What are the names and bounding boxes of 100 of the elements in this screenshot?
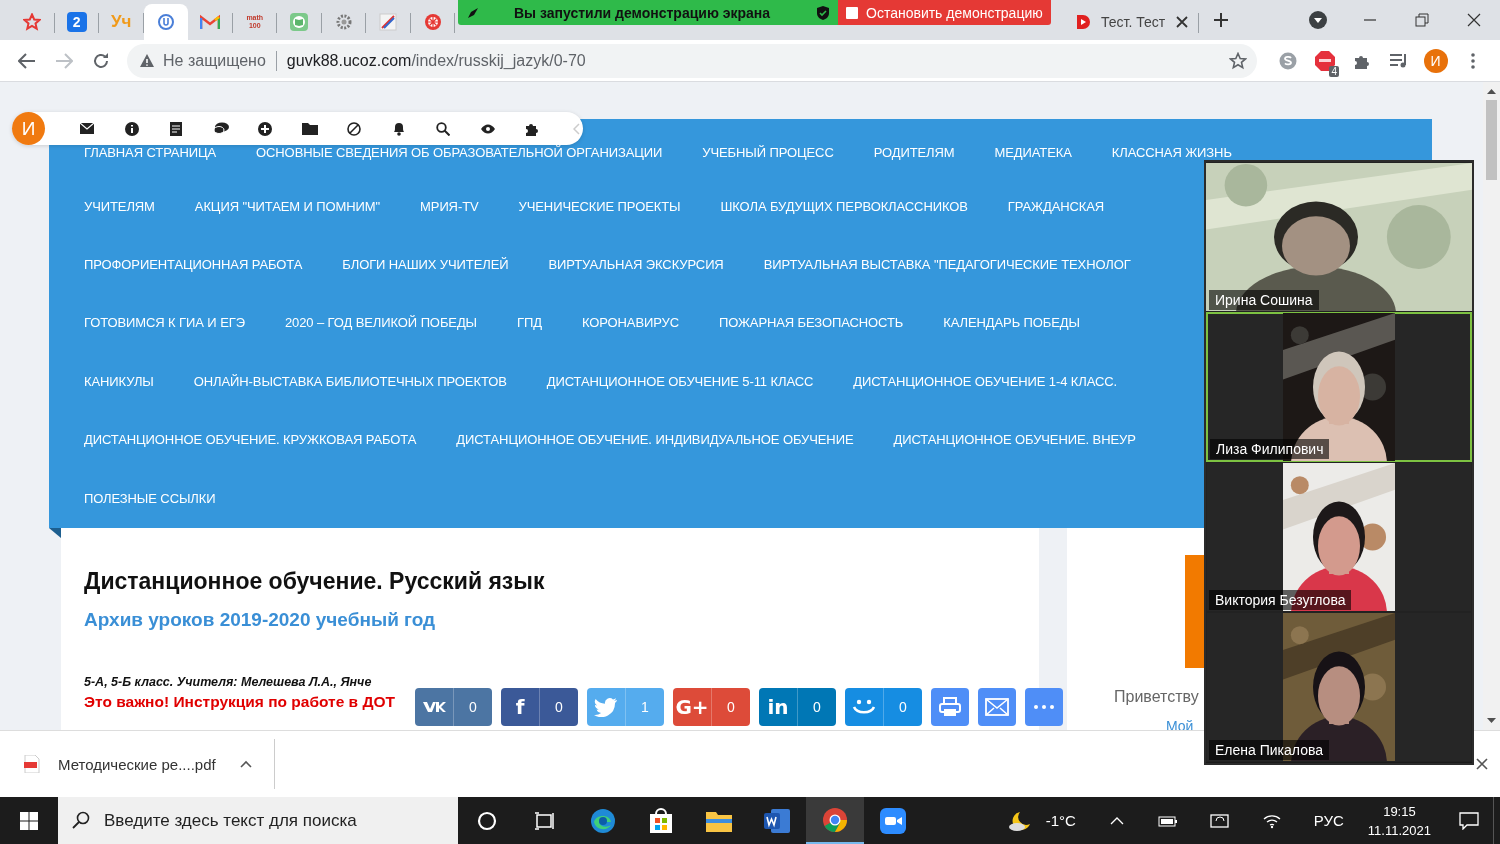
plus-icon	[258, 121, 273, 136]
pdf-file-icon	[24, 755, 40, 773]
notification-icon	[1459, 811, 1479, 830]
video-tile[interactable]: Елена Пикалова	[1206, 612, 1472, 762]
menu-link[interactable]: МРИЯ-TV	[420, 199, 479, 214]
menu-link[interactable]: ПОЛЕЗНЫЕ ССЫЛКИ	[84, 491, 216, 506]
video-tile[interactable]: Ирина Сошина	[1206, 162, 1472, 312]
menu-link[interactable]: АКЦИЯ "ЧИТАЕМ И ПОМНИМ"	[194, 199, 381, 214]
video-tile[interactable]: Виктория Безуглова	[1206, 462, 1472, 612]
greeting-text: Приветству	[1114, 688, 1199, 706]
scrollbar[interactable]	[1483, 82, 1500, 730]
menu-link[interactable]: ДИСТАНЦИОННОЕ ОБУЧЕНИЕ. ИНДИВИДУАЛЬНОЕ ОБУЧЕНИЕ	[456, 433, 854, 448]
dropdown-icon	[1308, 10, 1328, 30]
store-icon	[648, 807, 674, 834]
menu-link[interactable]: ДИСТАНЦИОННОЕ ОБУЧЕНИЕ 5-11 КЛАСС	[546, 374, 814, 389]
menu-link[interactable]: МЕДИАТЕКА	[994, 146, 1072, 161]
star-icon	[1229, 51, 1247, 70]
flag-icon	[379, 13, 398, 31]
archive-link[interactable]: Архив уроков 2019-2020 учебный год	[84, 609, 436, 631]
menu-link[interactable]: УЧИТЕЛЯМ	[84, 199, 155, 214]
menu-link[interactable]: ПРОФОРИЕНТАЦИОННАЯ РАБОТА	[84, 257, 303, 272]
menu-link[interactable]: ОСНОВНЫЕ СВЕДЕНИЯ ОБ ОБРАЗОВАТЕЛЬНОЙ ОРГАНИЗАЦИИ	[256, 146, 663, 161]
teachers-text: 5-А, 5-Б класс. Учителя: Мелешева Л.А., Янче	[84, 675, 372, 689]
menu-link[interactable]: ПОЖАРНАЯ БЕЗОПАСНОСТЬ	[718, 316, 904, 331]
scroll-thumb[interactable]	[1486, 100, 1497, 180]
clock[interactable]: 19:15 11.11.2021	[1353, 797, 1445, 844]
menu-link[interactable]: ВИРТУАЛЬНАЯ ЭКСКУРСИЯ	[548, 257, 724, 272]
menu-link[interactable]: ДИСТАНЦИОННОЕ ОБУЧЕНИЕ. КРУЖКОВАЯ РАБОТА	[84, 433, 417, 448]
browser-tab[interactable]: Тест. Тест	[1063, 4, 1199, 40]
menu-link[interactable]: УЧЕБНЫЙ ПРОЦЕСС	[702, 146, 834, 161]
address-bar[interactable]: Не защищено guvk88.ucoz.com/index/russkij_jazyk/0-70	[127, 43, 1257, 78]
menu-link[interactable]: ГЛАВНАЯ СТРАНИЦА	[84, 146, 217, 161]
search-field[interactable]: Введите здесь текст для поиска	[58, 797, 458, 844]
download-item[interactable]: Методические ре....pdf	[0, 739, 275, 789]
menu-link[interactable]: КОРОНАВИРУС	[581, 316, 679, 331]
taskbar-app[interactable]	[806, 797, 864, 844]
share-button[interactable]	[1025, 688, 1063, 726]
menu-link[interactable]: РОДИТЕЛЯМ	[873, 146, 955, 161]
participant-name: Лиза Филипович	[1210, 439, 1330, 459]
menu-link[interactable]: ГОТОВИМСЯ К ГИА И ЕГЭ	[84, 316, 245, 331]
stop-icon	[846, 6, 858, 19]
share-button[interactable]	[978, 688, 1016, 726]
share-logo: in	[766, 694, 790, 721]
share-logo: G+	[674, 694, 710, 721]
share-count: 0	[711, 688, 750, 726]
share-logo: f	[514, 694, 526, 721]
share-button[interactable]: 0	[845, 688, 922, 726]
share-button[interactable]	[931, 688, 969, 726]
menu-link[interactable]: ШКОЛА БУДУЩИХ ПЕРВОКЛАССНИКОВ	[720, 199, 968, 214]
pin-icon	[466, 5, 480, 20]
restore-icon	[1415, 13, 1429, 27]
menu-link[interactable]: ГПД	[517, 316, 542, 331]
notice-text: Это важно! Инструкция по работе в ДОТ	[84, 693, 395, 711]
menu-link[interactable]: ДИСТАНЦИОННОЕ ОБУЧЕНИЕ. ВНЕУР	[893, 433, 1136, 448]
shield-icon	[816, 4, 830, 21]
participant-name: Ирина Сошина	[1209, 290, 1319, 310]
stop-sharing-button[interactable]: Остановить демонстрацию	[838, 0, 1051, 25]
share-button[interactable]: f 0	[501, 688, 578, 726]
share-button[interactable]: G+ 0	[673, 688, 750, 726]
language-indicator[interactable]: РУС	[1313, 812, 1344, 829]
print-icon	[939, 697, 961, 717]
video-camera-icon	[880, 807, 906, 834]
chevron-up-icon	[1109, 816, 1124, 825]
menu-link[interactable]: ВИРТУАЛЬНАЯ ВЫСТАВКА "ПЕДАГОГИЧЕСКИЕ ТЕХНОЛОГ	[763, 257, 1131, 272]
temperature-text: -1°C	[1045, 812, 1076, 829]
scroll-down-icon[interactable]	[1487, 718, 1496, 724]
menu-link[interactable]: УЧЕНИЧЕСКИЕ ПРОЕКТЫ	[518, 199, 681, 214]
browser-tab[interactable]	[143, 4, 188, 40]
url-text: guvk88.ucoz.com/index/russkij_jazyk/0-70	[286, 51, 586, 70]
share-button[interactable]: 1	[587, 688, 664, 726]
chat-icon	[212, 122, 229, 135]
menu-link[interactable]: КЛАССНАЯ ЖИЗНЬ	[1111, 146, 1232, 161]
menu-link[interactable]: КАНИКУЛЫ	[84, 374, 154, 389]
menu-link[interactable]: 2020 – ГОД ВЕЛИКОЙ ПОБЕДЫ	[284, 316, 477, 331]
menu-link[interactable]: БЛОГИ НАШИХ УЧИТЕЛЕЙ	[342, 257, 509, 272]
extension-button[interactable]: 4	[1306, 43, 1343, 78]
article-title: Дистанционное обучение. Русский язык	[84, 568, 546, 595]
people-icon	[852, 698, 876, 716]
user-avatar[interactable]: И	[12, 112, 45, 145]
circle-icon	[477, 810, 497, 831]
menu-link[interactable]: КАЛЕНДАРЬ ПОБЕДЫ	[943, 316, 1080, 331]
reload-icon	[91, 51, 110, 70]
menu-link[interactable]: ОНЛАЙН-ВЫСТАВКА БИБЛИОТЕЧНЫХ ПРОЕКТОВ	[193, 374, 507, 389]
play-icon	[1075, 13, 1091, 31]
browser-tab[interactable]: 2	[54, 4, 99, 40]
close-button[interactable]	[1476, 758, 1488, 770]
bell-icon	[391, 121, 406, 136]
menu-link[interactable]: ДИСТАНЦИОННОЕ ОБУЧЕНИЕ 1-4 КЛАСС.	[853, 374, 1118, 389]
bookmark-button[interactable]	[1229, 51, 1247, 70]
profile-avatar[interactable]: И	[1423, 48, 1448, 73]
scroll-up-icon[interactable]	[1487, 88, 1496, 94]
video-tile[interactable]: Лиза Филипович	[1206, 312, 1472, 462]
participant-name: Виктория Безуглова	[1209, 590, 1352, 610]
share-button[interactable]: in 0	[759, 688, 836, 726]
browser-tab[interactable]: Уч	[99, 4, 144, 40]
more-icon	[1034, 705, 1054, 709]
document-icon	[763, 807, 791, 834]
share-button[interactable]: 0	[415, 688, 492, 726]
ban-icon	[347, 121, 362, 136]
menu-link[interactable]: ГРАЖДАНСКАЯ	[1007, 199, 1105, 214]
